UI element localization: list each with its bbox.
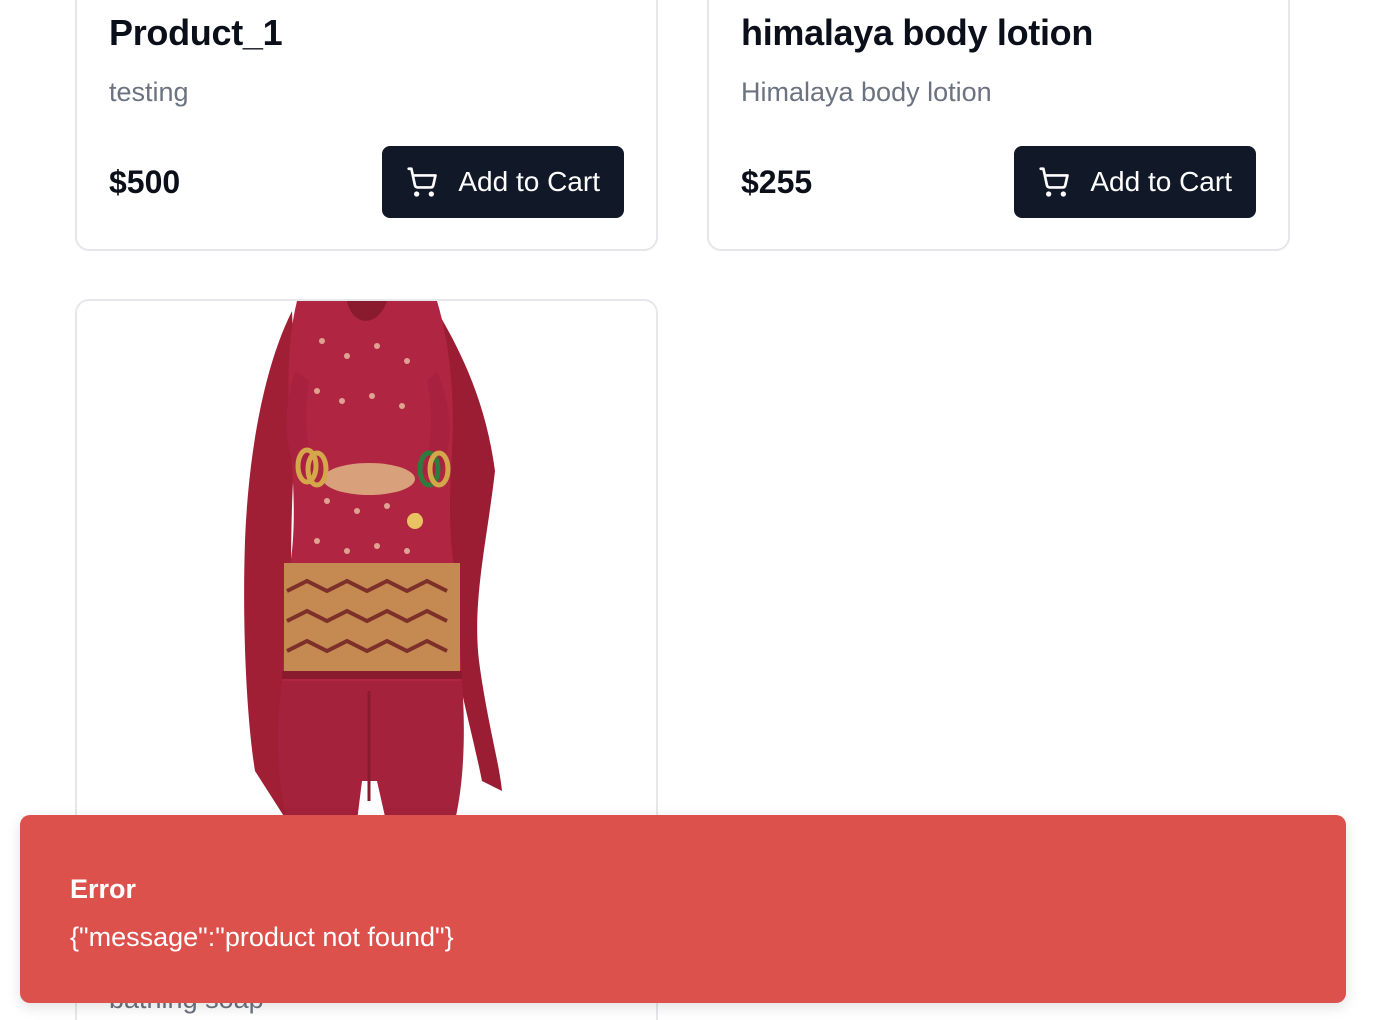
toast-title: Error bbox=[70, 874, 137, 904]
product-description: Himalaya body lotion bbox=[741, 77, 992, 107]
product-image[interactable] bbox=[77, 301, 656, 861]
product-title: himalaya body lotion bbox=[741, 12, 1094, 53]
product-listing-page: Product_1 testing $500 Add to Cart himal… bbox=[0, 0, 1374, 1020]
add-to-cart-button[interactable]: Add to Cart bbox=[1014, 146, 1256, 218]
product-card-body: himalaya body lotion Himalaya body lotio… bbox=[741, 10, 1256, 218]
product-price: $255 bbox=[741, 163, 813, 200]
product-price: $500 bbox=[109, 163, 181, 200]
add-to-cart-button[interactable]: Add to Cart bbox=[382, 146, 624, 218]
shopping-cart-icon bbox=[406, 166, 438, 198]
toast-message: {"message":"product not found"} bbox=[70, 922, 454, 952]
product-card: himalaya body lotion Himalaya body lotio… bbox=[707, 0, 1290, 251]
add-to-cart-label: Add to Cart bbox=[1090, 166, 1232, 197]
product-card-footer: $255 Add to Cart bbox=[741, 146, 1256, 218]
product-card-footer: $500 Add to Cart bbox=[109, 146, 624, 218]
error-toast[interactable]: Error {"message":"product not found"} bbox=[20, 815, 1346, 1003]
shopping-cart-icon bbox=[1038, 166, 1070, 198]
product-description: testing bbox=[109, 77, 189, 107]
salwar-suit-illustration bbox=[244, 301, 502, 861]
product-card-body: Product_1 testing $500 Add to Cart bbox=[109, 10, 624, 218]
product-title: Product_1 bbox=[109, 12, 283, 53]
product-card: Product_1 testing $500 Add to Cart bbox=[75, 0, 658, 251]
add-to-cart-label: Add to Cart bbox=[458, 166, 600, 197]
